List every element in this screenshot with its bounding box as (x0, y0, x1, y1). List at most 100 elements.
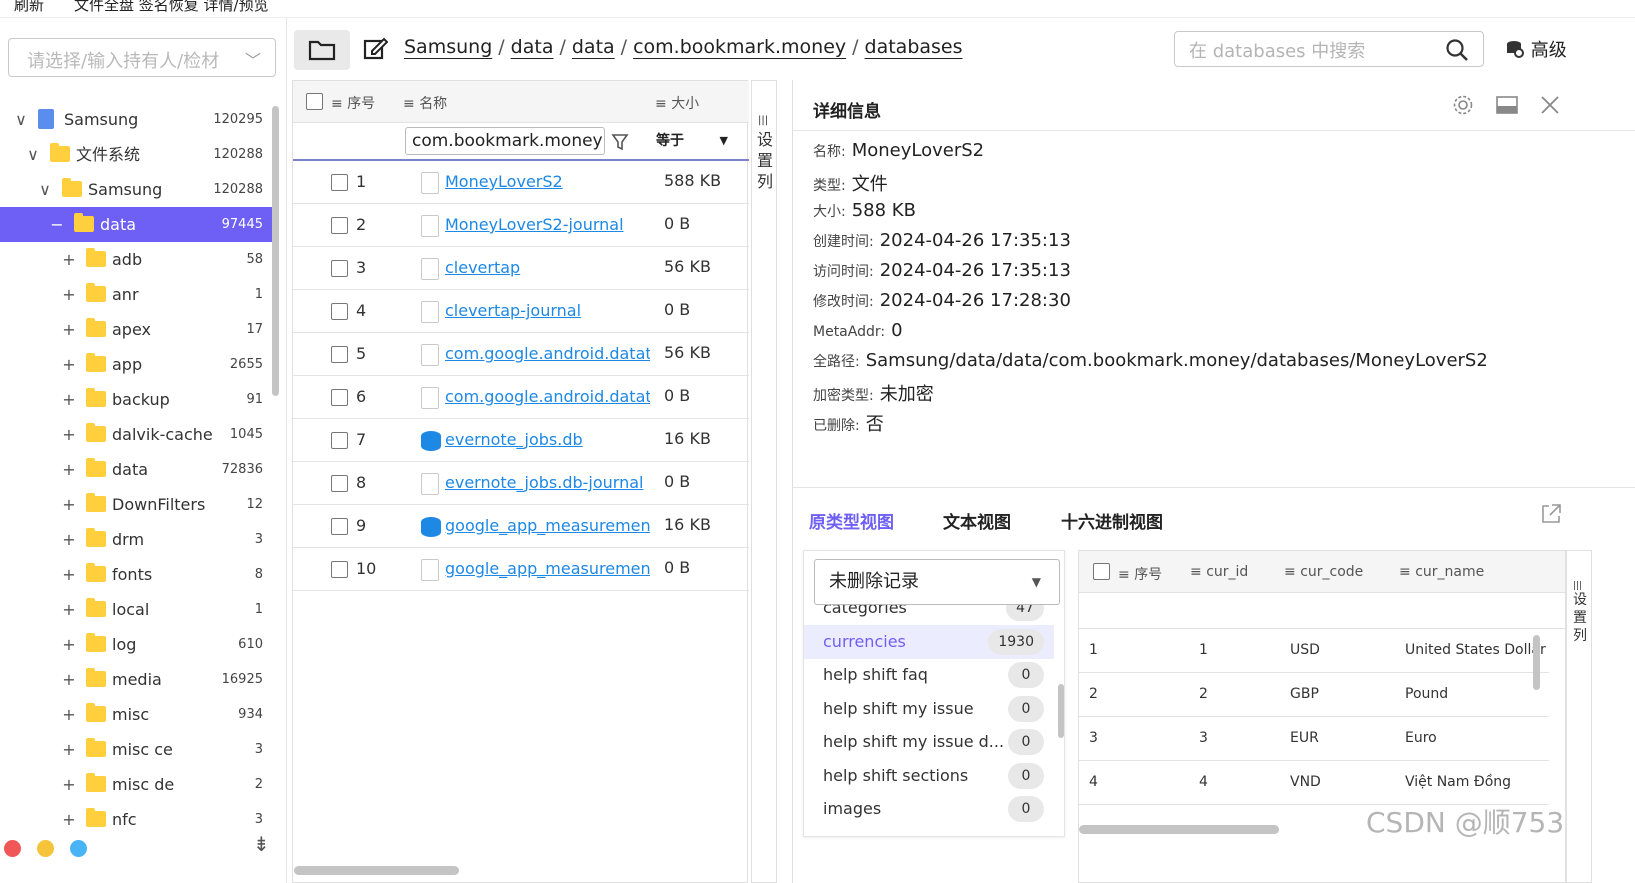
column-index[interactable]: ≡ 序号 (331, 93, 375, 113)
file-row[interactable]: 9 google_app_measurement_local.db 16 KB (293, 505, 749, 548)
tree-node-log[interactable]: + log 610 (0, 627, 275, 662)
expand-icon[interactable]: + (60, 522, 78, 557)
record-row[interactable]: 2 2 GBP Pound (1079, 673, 1549, 717)
column-name[interactable]: ≡ 名称 (403, 93, 447, 113)
tree-node-samsung[interactable]: ∨ Samsung 120295 (0, 102, 275, 137)
select-all-records-checkbox[interactable] (1093, 563, 1110, 580)
collapse-icon[interactable]: − (48, 207, 66, 242)
advanced-search-button[interactable]: 高级 (1505, 36, 1567, 62)
file-row[interactable]: 7 evernote_jobs.db 16 KB (293, 419, 749, 462)
breadcrumb-item[interactable]: data (511, 36, 554, 58)
file-name-link[interactable]: MoneyLoverS2-journal (445, 215, 650, 234)
tab-text-view[interactable]: 文本视图 (943, 508, 1011, 533)
gear-icon[interactable] (1452, 94, 1474, 116)
expand-icon[interactable]: + (60, 697, 78, 732)
expand-icon[interactable]: + (60, 347, 78, 382)
record-row[interactable]: 1 1 USD United States Dollar (1079, 629, 1549, 673)
expand-icon[interactable]: + (60, 312, 78, 347)
file-name-link[interactable]: MoneyLoverS2 (445, 172, 650, 191)
tree-node-fonts[interactable]: + fonts 8 (0, 557, 275, 592)
expand-icon[interactable]: + (60, 277, 78, 312)
name-filter-input[interactable]: com.bookmark.money (405, 127, 605, 155)
close-icon[interactable] (1539, 94, 1561, 116)
column-cur-name[interactable]: ≡ cur_name (1399, 564, 1484, 580)
collapse-icon[interactable]: ∨ (36, 172, 54, 207)
search-input[interactable]: 在 databases 中搜索 (1174, 31, 1484, 67)
row-checkbox[interactable] (331, 389, 348, 406)
record-row[interactable]: 4 4 VND Việt Nam Đồng (1079, 761, 1549, 805)
filter-operator-select[interactable]: 等于 ▼ (646, 127, 734, 155)
collapse-all-icon[interactable]: ⇟ (253, 832, 270, 856)
file-row[interactable]: 10 google_app_measurement_local.db-journa… (293, 548, 749, 591)
table-list-item[interactable]: currencies 1930 (804, 624, 1054, 659)
tree-node-misc[interactable]: + misc 934 (0, 697, 275, 732)
collapse-icon[interactable]: ∨ (12, 102, 30, 137)
row-checkbox[interactable] (331, 260, 348, 277)
tree-node-app[interactable]: + app 2655 (0, 347, 275, 382)
expand-icon[interactable]: + (60, 242, 78, 277)
expand-icon[interactable]: + (60, 452, 78, 487)
tab-native-view[interactable]: 原类型视图 (809, 508, 894, 533)
table-list-item[interactable]: help shift my issue d... 0 (804, 725, 1054, 759)
record-row[interactable]: 3 3 EUR Euro (1079, 717, 1549, 761)
menu-refresh[interactable]: 刷新 (14, 0, 44, 15)
file-name-link[interactable]: google_app_measurement_local.db-journal (445, 559, 650, 578)
popout-icon[interactable] (1539, 502, 1563, 526)
tree-node-local[interactable]: + local 1 (0, 592, 275, 627)
row-checkbox[interactable] (331, 303, 348, 320)
file-name-link[interactable]: com.google.android.datatransport (445, 387, 650, 406)
table-list-item[interactable]: help shift faq 0 (804, 658, 1054, 692)
file-row[interactable]: 4 clevertap-journal 0 B (293, 290, 749, 333)
file-name-link[interactable]: clevertap (445, 258, 650, 277)
expand-icon[interactable]: + (60, 627, 78, 662)
table-list-scrollbar[interactable] (1058, 684, 1064, 738)
tree-node-misc-ce[interactable]: + misc ce 3 (0, 732, 275, 767)
file-name-link[interactable]: google_app_measurement_local.db (445, 516, 650, 535)
file-name-link[interactable]: clevertap-journal (445, 301, 650, 320)
grid-settings-column-button[interactable]: ||| 设置列 (1566, 550, 1592, 883)
table-list-item[interactable]: help shift my issue 0 (804, 692, 1054, 726)
file-row[interactable]: 8 evernote_jobs.db-journal 0 B (293, 462, 749, 505)
tree-scrollbar[interactable] (272, 106, 279, 396)
breadcrumb-item[interactable]: com.bookmark.money (633, 36, 846, 58)
expand-icon[interactable]: + (60, 662, 78, 697)
collapse-icon[interactable]: ∨ (24, 137, 42, 172)
owner-select[interactable]: 请选择/输入持有人/检材 ﹀ (8, 38, 276, 77)
record-filter-select[interactable]: 未删除记录 ▼ (814, 559, 1060, 605)
expand-icon[interactable]: + (60, 417, 78, 452)
tree-node-nfc[interactable]: + nfc 3 (0, 802, 275, 837)
tree-node-dalvik-cache[interactable]: + dalvik-cache 1045 (0, 417, 275, 452)
tree-node-media[interactable]: + media 16925 (0, 662, 275, 697)
tree-node-anr[interactable]: + anr 1 (0, 277, 275, 312)
menu-items[interactable]: 文件全盘 签名恢复 详情/预览 (74, 0, 269, 15)
file-row[interactable]: 2 MoneyLoverS2-journal 0 B (293, 204, 749, 247)
tree-node-apex[interactable]: + apex 17 (0, 312, 275, 347)
maximize-icon[interactable] (1495, 94, 1519, 116)
row-checkbox[interactable] (331, 346, 348, 363)
record-grid-vscrollbar[interactable] (1533, 635, 1540, 690)
breadcrumb-item[interactable]: databases (865, 36, 963, 58)
tree-node-data[interactable]: − data 97445 (0, 207, 275, 242)
tree-node-adb[interactable]: + adb 58 (0, 242, 275, 277)
file-row[interactable]: 3 clevertap 56 KB (293, 247, 749, 290)
column-size[interactable]: ≡ 大小 (655, 93, 699, 113)
column-cur-code[interactable]: ≡ cur_code (1284, 564, 1363, 580)
column-index[interactable]: ≡ 序号 (1118, 564, 1162, 584)
select-all-checkbox[interactable] (306, 93, 323, 110)
row-checkbox[interactable] (331, 432, 348, 449)
tree-node-samsung[interactable]: ∨ Samsung 120288 (0, 172, 275, 207)
settings-column-button[interactable]: ||| 设置列 (751, 80, 777, 883)
table-list-item[interactable]: images 0 (804, 792, 1054, 826)
breadcrumb-item[interactable]: Samsung (404, 36, 492, 58)
expand-icon[interactable]: + (60, 487, 78, 522)
tab-hex-view[interactable]: 十六进制视图 (1061, 508, 1163, 533)
expand-icon[interactable]: + (60, 592, 78, 627)
expand-icon[interactable]: + (60, 732, 78, 767)
file-name-link[interactable]: com.google.android.datatransport (445, 344, 650, 363)
tree-node-文件系统[interactable]: ∨ 文件系统 120288 (0, 137, 275, 172)
table-list-item[interactable]: help shift sections 0 (804, 759, 1054, 793)
column-cur-id[interactable]: ≡ cur_id (1190, 564, 1248, 580)
row-checkbox[interactable] (331, 174, 348, 191)
tree-node-backup[interactable]: + backup 91 (0, 382, 275, 417)
row-checkbox[interactable] (331, 518, 348, 535)
